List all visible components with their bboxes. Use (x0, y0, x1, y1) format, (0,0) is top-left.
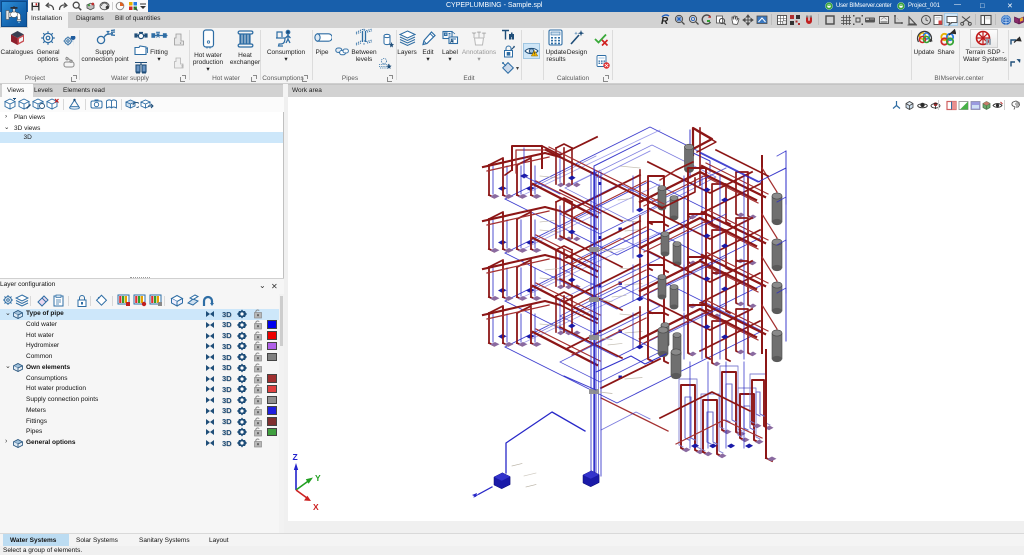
svg-text:Y: Y (315, 473, 321, 483)
svg-text:A: A (450, 39, 454, 45)
svg-text:X: X (313, 502, 319, 512)
svg-text:R: R (661, 16, 669, 26)
svg-text:Z: Z (293, 452, 298, 462)
